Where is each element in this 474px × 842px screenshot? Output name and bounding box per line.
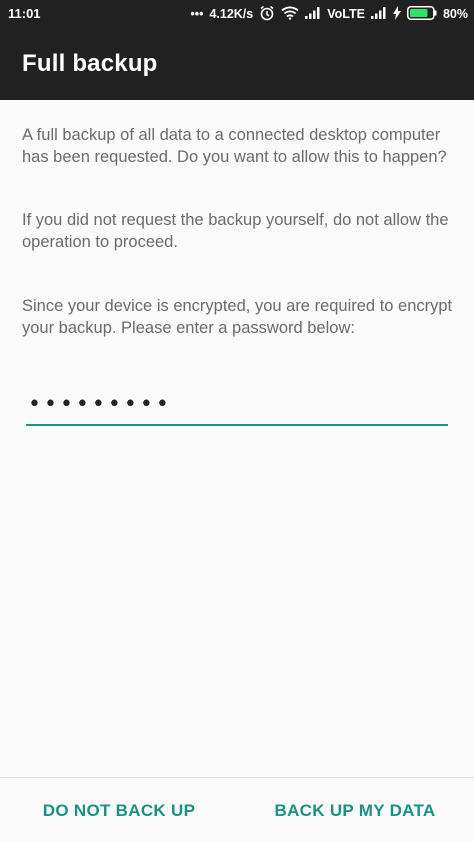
battery-icon <box>407 5 437 23</box>
signal-icon <box>305 6 321 22</box>
status-time: 11:01 <box>8 6 41 21</box>
do-not-back-up-button[interactable]: DO NOT BACK UP <box>30 790 208 832</box>
wifi-icon <box>281 6 299 23</box>
backup-request-text: A full backup of all data to a connected… <box>22 126 447 166</box>
network-type: VoLTE <box>327 7 365 21</box>
app-bar: Full backup <box>0 28 474 100</box>
password-field[interactable] <box>26 384 448 426</box>
network-speed: 4.12K/s <box>209 7 254 21</box>
warning-text: If you did not request the backup yourse… <box>22 211 449 251</box>
alarm-icon <box>259 5 275 24</box>
signal-icon-2 <box>370 6 387 22</box>
more-notifications-icon: ••• <box>190 7 204 21</box>
battery-level: 80% <box>442 7 468 21</box>
page-title: Full backup <box>22 50 158 77</box>
back-up-my-data-button[interactable]: BACK UP MY DATA <box>262 790 448 832</box>
status-icons: ••• 4.12K/s VoLTE 80% <box>190 5 468 23</box>
button-divider <box>0 777 474 778</box>
encryption-notice-text: Since your device is encrypted, you are … <box>22 297 453 337</box>
status-bar: 11:01 ••• 4.12K/s VoLTE 80% <box>0 0 474 28</box>
charging-icon <box>392 5 401 23</box>
